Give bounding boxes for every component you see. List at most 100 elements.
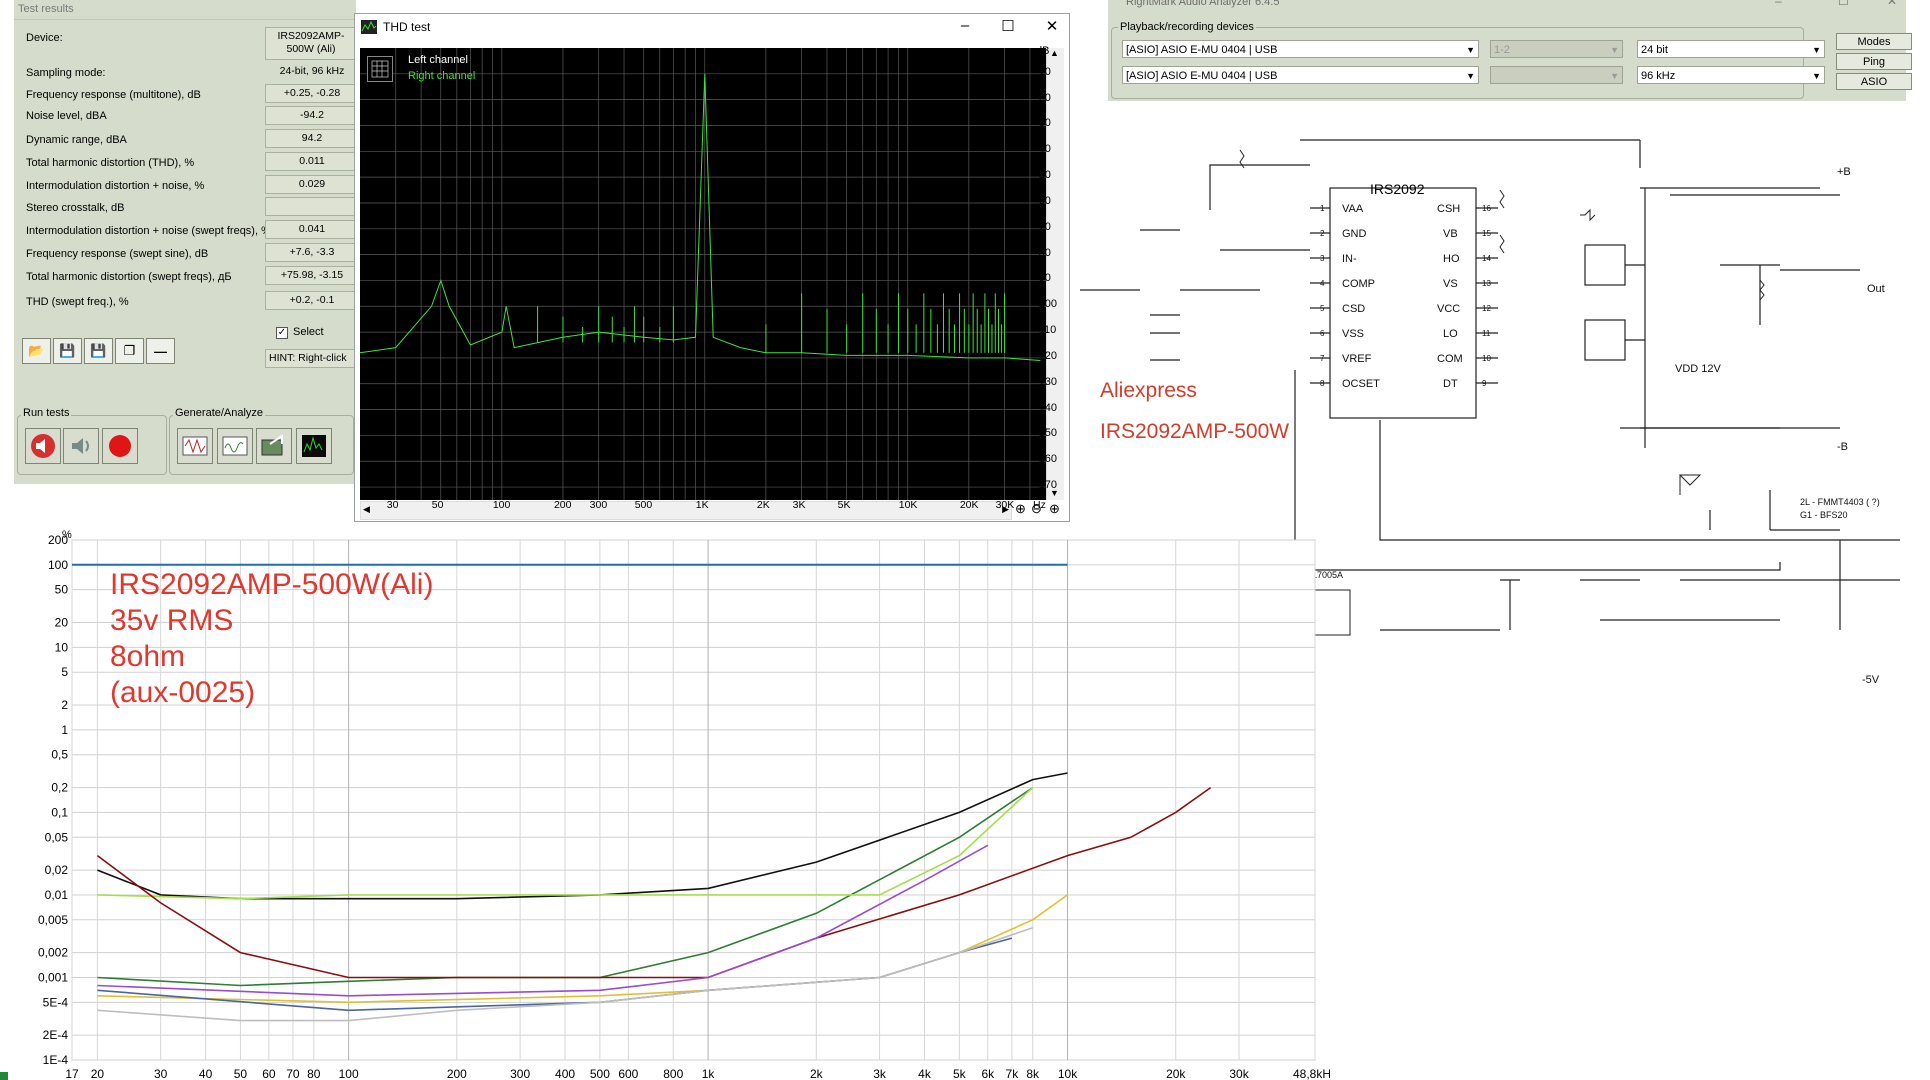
scroll-up-icon[interactable]: ▲ <box>1050 48 1059 58</box>
record-button[interactable] <box>102 428 138 464</box>
spectrum-button[interactable] <box>296 428 332 464</box>
x-tick-label: 500 <box>590 1067 610 1080</box>
pin-label: HO <box>1443 253 1460 265</box>
hz-tick-label: 300 <box>589 499 608 511</box>
open-folder-button[interactable]: 📂 <box>22 338 51 364</box>
result-value: +7.6, -3.3 <box>265 243 359 262</box>
playback-device-select[interactable]: [ASIO] ASIO E-MU 0404 | USB ▼ <box>1122 40 1479 58</box>
analyze-button[interactable] <box>217 428 253 464</box>
close-button[interactable]: ✕ <box>1042 17 1062 35</box>
series-right-channel <box>360 73 1041 361</box>
channels-select-2[interactable]: ▼ <box>1490 66 1623 84</box>
sample-rate-select[interactable]: 96 kHz ▼ <box>1637 66 1825 84</box>
pin-label: OCSET <box>1342 378 1380 390</box>
y-tick-label: 50 <box>55 583 69 597</box>
rmaa-maximize-button[interactable]: ☐ <box>1838 0 1849 8</box>
chip-name: IRS2092 <box>1370 181 1425 197</box>
scroll-left-icon[interactable]: ◀ <box>363 504 370 515</box>
x-tick-label: 800 <box>663 1067 683 1080</box>
chevron-down-icon: ▼ <box>1466 71 1475 81</box>
db-tick-label: -140 <box>1035 401 1058 414</box>
y-tick-label: 0,5 <box>51 748 68 762</box>
db-tick-label: -100 <box>1035 298 1058 311</box>
db-tick-label: -60 <box>1035 194 1051 207</box>
channels-select[interactable]: 1-2 ▼ <box>1490 40 1623 58</box>
x-tick-label: 200 <box>447 1067 467 1080</box>
db-tick-label: -10 <box>1035 65 1051 78</box>
y-tick-label: 0,2 <box>51 781 68 795</box>
hz-tick-label: 2K <box>756 499 770 511</box>
device-value[interactable]: IRS2092AMP-500W (Ali) <box>265 27 357 60</box>
db-tick-label: -110 <box>1035 324 1057 337</box>
zoom-in-x-button[interactable]: ⊕ <box>1015 501 1026 517</box>
save-as-icon: 💾 <box>90 343 107 358</box>
bit-depth-select[interactable]: 24 bit ▼ <box>1637 40 1825 58</box>
test-volume-button[interactable] <box>63 428 99 464</box>
chevron-down-icon: ▼ <box>1610 45 1619 55</box>
y-tick-label: 5 <box>61 665 68 679</box>
generate-button[interactable] <box>177 428 213 464</box>
db-tick-label: -150 <box>1035 427 1058 440</box>
test-speaker-button[interactable] <box>25 428 61 464</box>
select-checkbox[interactable]: ✓ <box>276 327 288 339</box>
legend-left-channel: Left channel <box>408 54 468 66</box>
copy-button[interactable]: ❐ <box>115 338 144 364</box>
y-tick-label: 0,005 <box>38 913 68 927</box>
db-tick-label: -40 <box>1035 143 1051 156</box>
y-tick-label: 0,01 <box>45 888 69 902</box>
chart-annotation: IRS2092AMP-500W(Ali) 35v RMS 8ohm (aux-0… <box>110 567 433 711</box>
db-tick-label: -120 <box>1035 349 1058 362</box>
save-as-button[interactable]: 💾 <box>84 338 113 364</box>
maximize-button[interactable]: ☐ <box>998 17 1018 35</box>
pin-number: 3 <box>1320 254 1325 263</box>
export-button[interactable] <box>256 428 292 464</box>
output-label: Out <box>1867 283 1885 295</box>
generator-icon <box>182 436 208 456</box>
result-value: 0.029 <box>265 175 359 194</box>
result-label: Dynamic range, dBA <box>26 134 127 146</box>
thd-spectrum-plot[interactable] <box>360 48 1046 500</box>
db-tick-label: -50 <box>1035 169 1051 182</box>
recording-device-select[interactable]: [ASIO] ASIO E-MU 0404 | USB ▼ <box>1122 66 1479 84</box>
asio-button[interactable]: ASIO <box>1836 73 1912 90</box>
pin-label: VREF <box>1342 353 1372 365</box>
minimize-button[interactable]: – <box>955 17 975 34</box>
window-title: THD test <box>383 20 431 34</box>
hz-unit: Hz <box>1033 499 1046 511</box>
x-tick-label: 20 <box>91 1067 105 1080</box>
save-button[interactable]: 💾 <box>53 338 82 364</box>
pin-label: DT <box>1443 378 1458 390</box>
x-tick-label: 50 <box>234 1067 248 1080</box>
hz-tick-label: 5K <box>837 499 851 511</box>
board-label: IRS2092AMP-500W <box>1100 420 1289 443</box>
pin-number: 8 <box>1320 379 1325 388</box>
y-tick-label: 0,001 <box>38 970 68 984</box>
pin-number: 16 <box>1482 204 1491 213</box>
playback-device-value: [ASIO] ASIO E-MU 0404 | USB <box>1126 44 1278 56</box>
result-value <box>265 197 359 216</box>
y-tick-label: 100 <box>48 558 68 572</box>
result-value: -94.2 <box>265 106 359 125</box>
rmaa-minimize-button[interactable]: – <box>1775 0 1782 8</box>
remove-button[interactable]: — <box>146 338 175 364</box>
x-tick-label: 5k <box>953 1067 967 1080</box>
y-tick-label: 5E-4 <box>43 995 69 1009</box>
x-tick-label: 10k <box>1058 1067 1078 1080</box>
x-tick-label: 7k <box>1006 1067 1020 1080</box>
maximize-icon: ☐ <box>1838 0 1849 8</box>
zoom-fit-button[interactable]: ⊕ <box>1049 501 1060 517</box>
result-label: Frequency response (multitone), dB <box>26 89 201 101</box>
pin-label: COM <box>1437 353 1463 365</box>
legend-toggle[interactable] <box>367 56 393 82</box>
pin-label: CSD <box>1342 303 1365 315</box>
pin-number: 9 <box>1482 379 1487 388</box>
hz-tick-label: 20K <box>959 499 979 511</box>
modes-button[interactable]: Modes <box>1836 33 1912 50</box>
ping-button[interactable]: Ping <box>1836 53 1912 70</box>
pin-label: VCC <box>1437 303 1460 315</box>
rmaa-close-button[interactable]: ✕ <box>1887 0 1897 8</box>
hz-tick-label: 3K <box>792 499 806 511</box>
status-marker <box>0 1072 8 1080</box>
record-icon <box>109 435 131 457</box>
close-icon: ✕ <box>1887 0 1898 8</box>
